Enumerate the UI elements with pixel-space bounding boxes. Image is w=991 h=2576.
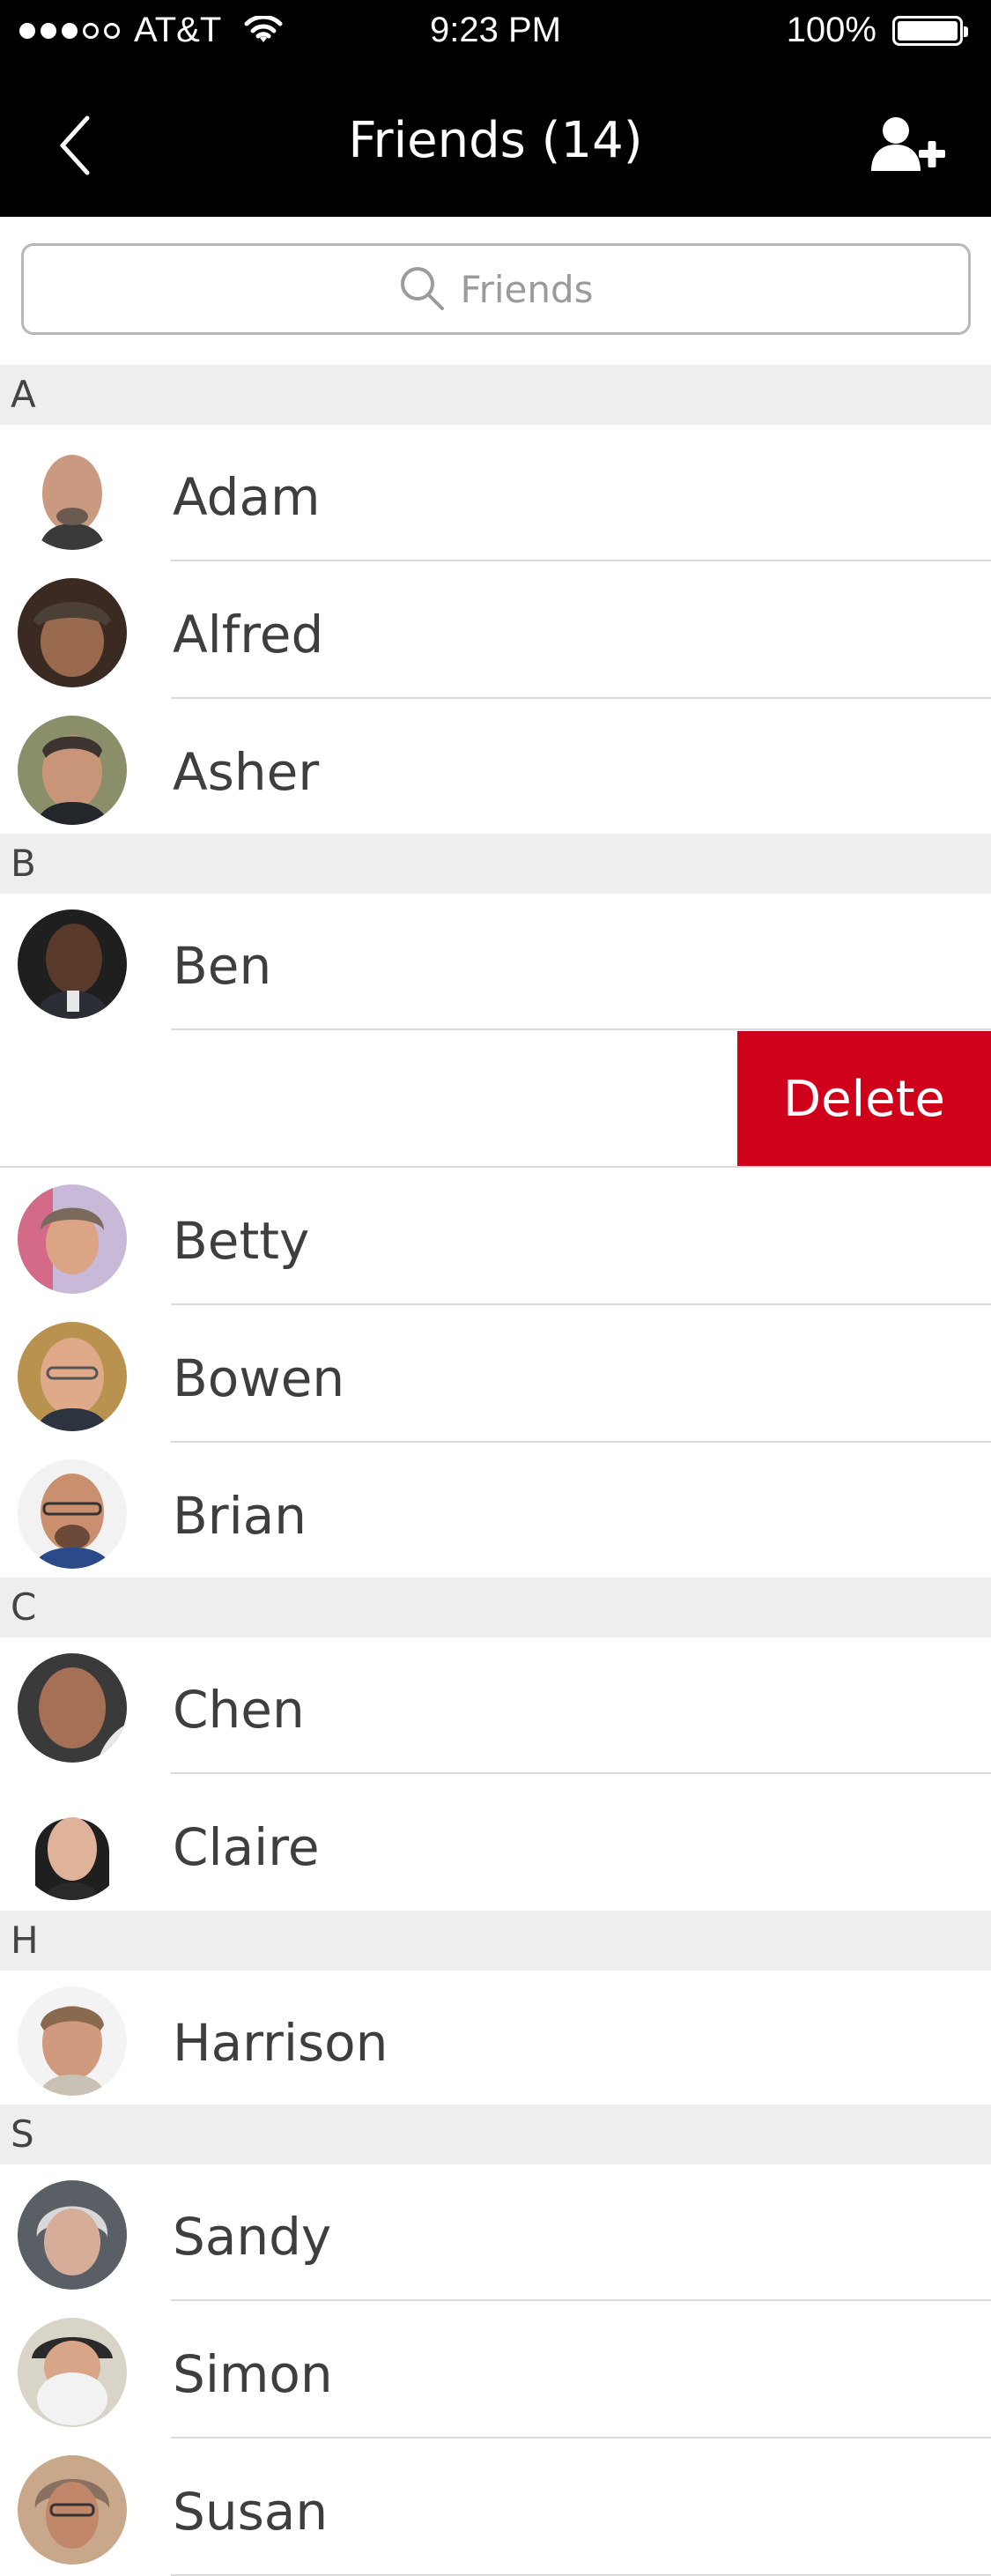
- search-icon: [398, 264, 447, 314]
- friend-row-asher[interactable]: Asher: [0, 700, 991, 836]
- friend-row-betty[interactable]: Betty: [0, 1169, 991, 1305]
- section-header-h: H: [0, 1911, 991, 1971]
- friend-name: Ben: [173, 936, 272, 996]
- avatar: [18, 578, 127, 687]
- avatar: [18, 909, 127, 1019]
- friend-name: Brian: [173, 1486, 307, 1546]
- friend-name: Alfred: [173, 605, 324, 664]
- add-user-icon: [871, 117, 945, 171]
- friend-row-adam[interactable]: Adam: [0, 425, 991, 561]
- nav-bar: Friends (14): [0, 88, 991, 203]
- avatar: [18, 1791, 127, 1900]
- friend-name: Chen: [173, 1680, 305, 1740]
- friend-row-sandy[interactable]: Sandy: [0, 2164, 991, 2301]
- avatar: [18, 441, 127, 550]
- battery-icon: [892, 15, 968, 46]
- header: AT&T 9:23 PM 100% Friends (14): [0, 0, 991, 217]
- avatar: [18, 2318, 127, 2427]
- friend-row-bowen[interactable]: Bowen: [0, 1306, 991, 1443]
- friend-row-alfred[interactable]: Alfred: [0, 562, 991, 699]
- friend-name: Harrison: [173, 2013, 388, 2073]
- friend-name: Asher: [173, 742, 320, 802]
- section-header-c: C: [0, 1578, 991, 1637]
- friend-name: Simon: [173, 2344, 333, 2404]
- avatar: [18, 1653, 127, 1763]
- search-area: Friends: [0, 217, 991, 365]
- avatar: [18, 1184, 127, 1294]
- friend-name: Claire: [173, 1817, 320, 1877]
- friend-row-susan[interactable]: Susan: [0, 2439, 991, 2576]
- avatar: [18, 1459, 127, 1569]
- friend-row-claire[interactable]: Claire: [0, 1775, 991, 1912]
- friend-row-brian[interactable]: Brian: [0, 1444, 991, 1580]
- friend-name: Sandy: [173, 2207, 332, 2267]
- friend-name: Bowen: [173, 1348, 345, 1408]
- friend-name: Betty: [173, 1211, 310, 1271]
- page-title: Friends (14): [348, 112, 643, 169]
- friend-name: Susan: [173, 2482, 329, 2542]
- friend-row-harrison[interactable]: Harrison: [0, 1971, 991, 2107]
- friend-row-simon[interactable]: Simon: [0, 2302, 991, 2439]
- section-header-a: A: [0, 365, 991, 425]
- swiped-row: Delete: [0, 1031, 991, 1168]
- avatar: [18, 2180, 127, 2290]
- avatar: [18, 1322, 127, 1431]
- search-input[interactable]: Friends: [21, 243, 971, 335]
- search-placeholder: Friends: [460, 267, 594, 311]
- status-bar: AT&T 9:23 PM 100%: [0, 0, 991, 62]
- battery-percent: 100%: [786, 11, 876, 49]
- delete-button[interactable]: Delete: [737, 1031, 991, 1168]
- friend-name: Adam: [173, 467, 321, 527]
- friend-row-ben[interactable]: Ben: [0, 894, 991, 1030]
- section-header-s: S: [0, 2105, 991, 2164]
- avatar: [18, 2455, 127, 2565]
- section-header-b: B: [0, 834, 991, 894]
- add-friend-button[interactable]: [859, 106, 956, 185]
- avatar: [18, 716, 127, 825]
- avatar: [18, 1986, 127, 2096]
- friend-row-chen[interactable]: Chen: [0, 1637, 991, 1774]
